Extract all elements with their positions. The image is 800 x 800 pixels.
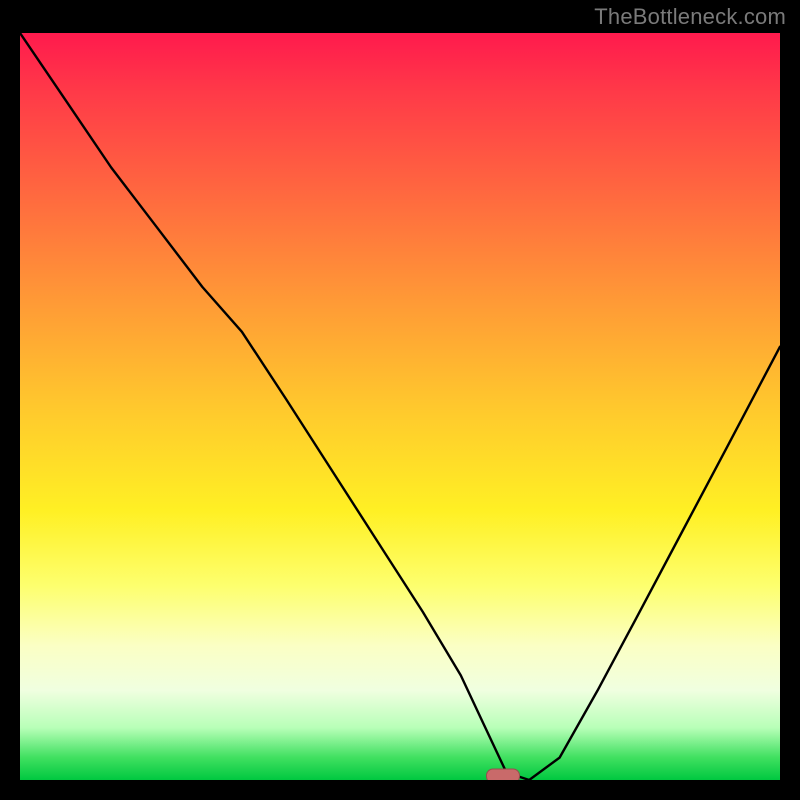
- bottleneck-curve: [20, 33, 780, 780]
- chart-frame: TheBottleneck.com: [0, 0, 800, 800]
- bottleneck-curve-path: [20, 33, 780, 780]
- watermark-text: TheBottleneck.com: [594, 4, 786, 30]
- plot-area: [20, 33, 780, 780]
